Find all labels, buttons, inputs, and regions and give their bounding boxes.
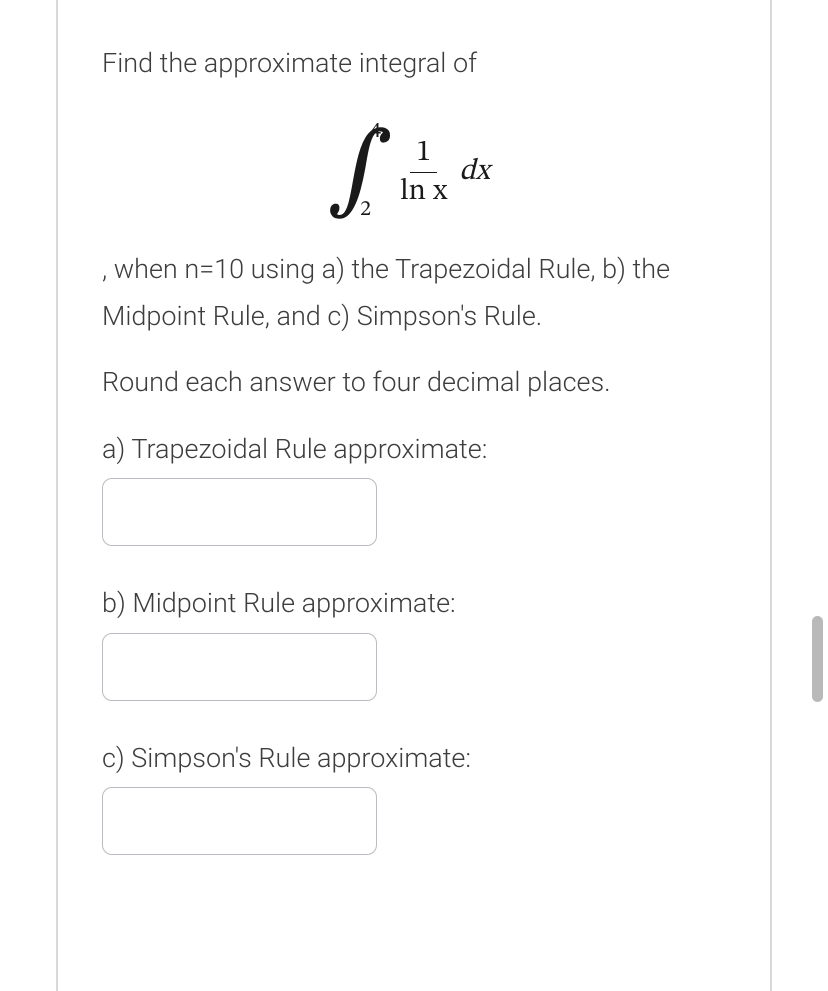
integral-lower-bound: 2 bbox=[360, 196, 371, 224]
part-a-input[interactable] bbox=[102, 478, 377, 546]
dx-term: dx bbox=[459, 153, 490, 191]
integrand-fraction: 1 ln x bbox=[394, 137, 453, 211]
fraction-numerator: 1 bbox=[410, 137, 437, 173]
part-b-label: b) Midpoint Rule approximate: bbox=[102, 580, 726, 626]
prompt-line-1: Find the approximate integral of bbox=[102, 40, 726, 86]
scrollbar-thumb[interactable] bbox=[812, 616, 823, 702]
prompt-line-3: Round each answer to four decimal places… bbox=[102, 359, 726, 405]
question-panel: Find the approximate integral of ∫ 4 2 1… bbox=[56, 0, 772, 991]
part-c-label: c) Simpson's Rule approximate: bbox=[102, 735, 726, 781]
integral-upper-bound: 4 bbox=[370, 118, 381, 146]
part-a-label: a) Trapezoidal Rule approximate: bbox=[102, 426, 726, 472]
part-b-input[interactable] bbox=[102, 633, 377, 701]
part-c-input[interactable] bbox=[102, 787, 377, 855]
integral-expression: ∫ 4 2 1 ln x dx bbox=[102, 106, 726, 246]
fraction-denominator: ln x bbox=[394, 173, 453, 211]
prompt-line-2: , when n=10 using a) the Trapezoidal Rul… bbox=[102, 246, 726, 339]
